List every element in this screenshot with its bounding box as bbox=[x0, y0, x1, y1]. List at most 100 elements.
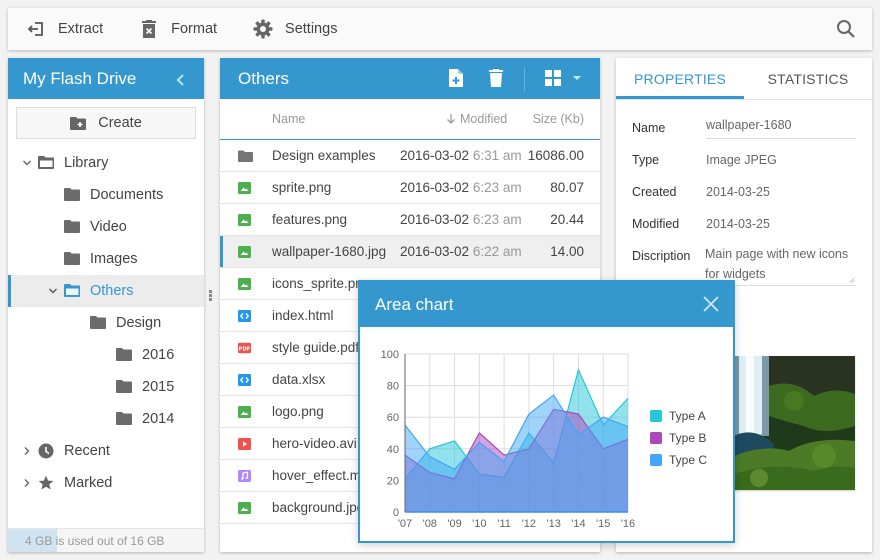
svg-text:PDF: PDF bbox=[239, 346, 251, 352]
logout-icon bbox=[26, 19, 46, 39]
tree-item-label: Documents bbox=[90, 187, 164, 203]
file-row[interactable]: sprite.png 2016-03-02 6:23 am 80.07 bbox=[220, 172, 600, 204]
create-button[interactable]: Create bbox=[16, 107, 196, 139]
file-time: 6:22 am bbox=[472, 244, 522, 259]
file-modified: 2016-03-02 6:23 am bbox=[400, 180, 522, 195]
tree-item-2016[interactable]: 2016 bbox=[8, 339, 204, 371]
file-size: 14.00 bbox=[550, 244, 584, 259]
tree-item-2014[interactable]: 2014 bbox=[8, 403, 204, 435]
tree-item-label: Marked bbox=[64, 475, 113, 491]
file-size: 80.07 bbox=[550, 180, 584, 195]
chevron-down-icon[interactable] bbox=[21, 157, 33, 169]
x-tick-label: '09 bbox=[447, 518, 461, 530]
folder-icon bbox=[64, 251, 82, 267]
tree-item-label: Library bbox=[64, 155, 109, 171]
chevron-right-icon[interactable] bbox=[21, 445, 33, 457]
legend-label: Type C bbox=[669, 453, 708, 467]
tree-item-library[interactable]: Library bbox=[8, 147, 204, 179]
x-tick-label: '08 bbox=[423, 518, 437, 530]
storage-text: 4 GB is used out of 16 GB bbox=[25, 533, 165, 548]
file-name: hero-video.avi bbox=[272, 436, 357, 451]
name-label: Name bbox=[632, 121, 666, 135]
file-date: 2016-03-02 bbox=[400, 212, 470, 227]
sidebar: My Flash Drive Create Library Documents Vi… bbox=[8, 58, 204, 552]
settings-label: Settings bbox=[285, 21, 338, 37]
close-icon[interactable] bbox=[703, 296, 719, 312]
tree-item-video[interactable]: Video bbox=[8, 211, 204, 243]
new-file-icon[interactable] bbox=[446, 68, 466, 88]
tree-item-label: 2016 bbox=[142, 347, 175, 363]
column-modified-label: Modified bbox=[460, 112, 508, 126]
file-row[interactable]: wallpaper-1680.jpg 2016-03-02 6:22 am 14.0… bbox=[220, 236, 600, 268]
tab-properties[interactable]: PROPERTIES bbox=[616, 58, 744, 99]
tree-item-label: 2014 bbox=[142, 411, 175, 427]
file-name: style guide.pdf bbox=[272, 340, 360, 355]
chart-legend: Type A Type B Type C bbox=[650, 405, 707, 471]
column-headers: Name Modified Size (Kb) bbox=[220, 99, 600, 140]
audio-file-icon bbox=[238, 470, 251, 482]
tree-item-2015[interactable]: 2015 bbox=[8, 371, 204, 403]
chevron-left-icon[interactable] bbox=[174, 72, 188, 86]
resize-grip-icon[interactable] bbox=[849, 277, 855, 283]
search-icon[interactable] bbox=[836, 19, 856, 39]
name-field[interactable]: wallpaper-1680 bbox=[706, 115, 856, 139]
type-value: Image JPEG bbox=[706, 153, 777, 167]
column-name[interactable]: Name bbox=[272, 112, 305, 126]
tree-item-images[interactable]: Images bbox=[8, 243, 204, 275]
code-file-icon bbox=[238, 310, 251, 322]
star-icon bbox=[38, 475, 56, 491]
chevron-down-icon[interactable] bbox=[47, 285, 59, 297]
tab-statistics[interactable]: STATISTICS bbox=[744, 58, 872, 99]
properties-tabs: PROPERTIES STATISTICS bbox=[616, 58, 872, 100]
tree-item-documents[interactable]: Documents bbox=[8, 179, 204, 211]
file-name: Design examples bbox=[272, 148, 376, 163]
legend-item[interactable]: Type B bbox=[650, 427, 707, 449]
legend-label: Type A bbox=[669, 409, 706, 423]
legend-item[interactable]: Type A bbox=[650, 405, 707, 427]
tree-item-others[interactable]: Others bbox=[8, 275, 204, 307]
tree-item-label: Images bbox=[90, 251, 138, 267]
column-modified[interactable]: Modified bbox=[446, 112, 507, 126]
file-row[interactable]: Design examples 2016-03-02 6:31 am 16086.0… bbox=[220, 140, 600, 172]
delete-icon[interactable] bbox=[486, 68, 506, 88]
tree-item-label: Video bbox=[90, 219, 127, 235]
x-tick-label: '07 bbox=[398, 518, 412, 530]
column-size[interactable]: Size (Kb) bbox=[533, 112, 584, 126]
panel-resize-handle[interactable] bbox=[209, 290, 213, 304]
folder-icon bbox=[64, 219, 82, 235]
y-tick-label: 40 bbox=[387, 444, 399, 456]
file-name: background.jpg bbox=[272, 500, 365, 515]
folder-icon bbox=[116, 379, 134, 395]
view-mode-dropdown[interactable] bbox=[544, 68, 586, 88]
file-name: sprite.png bbox=[272, 180, 332, 195]
folder-icon bbox=[64, 187, 82, 203]
file-modified: 2016-03-02 6:31 am bbox=[400, 148, 522, 163]
image-preview bbox=[734, 356, 855, 490]
file-row[interactable]: features.png 2016-03-02 6:23 am 20.44 bbox=[220, 204, 600, 236]
file-size: 20.44 bbox=[550, 212, 584, 227]
folder-tree: Library Documents Video Images Others Design 2… bbox=[8, 147, 204, 499]
legend-label: Type B bbox=[669, 431, 707, 445]
description-value: Main page with new icons for widgets bbox=[705, 247, 849, 281]
file-modified: 2016-03-02 6:23 am bbox=[400, 212, 522, 227]
chevron-right-icon[interactable] bbox=[21, 477, 33, 489]
storage-usage: 4 GB is used out of 16 GB bbox=[8, 528, 204, 552]
folder-plus-icon bbox=[70, 116, 87, 130]
tree-item-label: Design bbox=[116, 315, 162, 331]
modified-value: 2014-03-25 bbox=[706, 217, 770, 231]
extract-button[interactable]: Extract bbox=[8, 8, 113, 50]
tree-item-recent[interactable]: Recent bbox=[8, 435, 204, 467]
trash-x-icon bbox=[139, 19, 159, 39]
folder-icon bbox=[90, 315, 108, 331]
created-label: Created bbox=[632, 185, 677, 199]
tree-item-design[interactable]: Design bbox=[8, 307, 204, 339]
tree-item-marked[interactable]: Marked bbox=[8, 467, 204, 499]
image-file-icon bbox=[238, 246, 251, 258]
legend-item[interactable]: Type C bbox=[650, 449, 707, 471]
modified-label: Modified bbox=[632, 217, 680, 231]
file-size: 16086.00 bbox=[527, 148, 584, 163]
gear-icon bbox=[253, 19, 273, 39]
format-button[interactable]: Format bbox=[121, 8, 227, 50]
x-tick-label: '15 bbox=[596, 518, 610, 530]
settings-button[interactable]: Settings bbox=[235, 8, 347, 50]
